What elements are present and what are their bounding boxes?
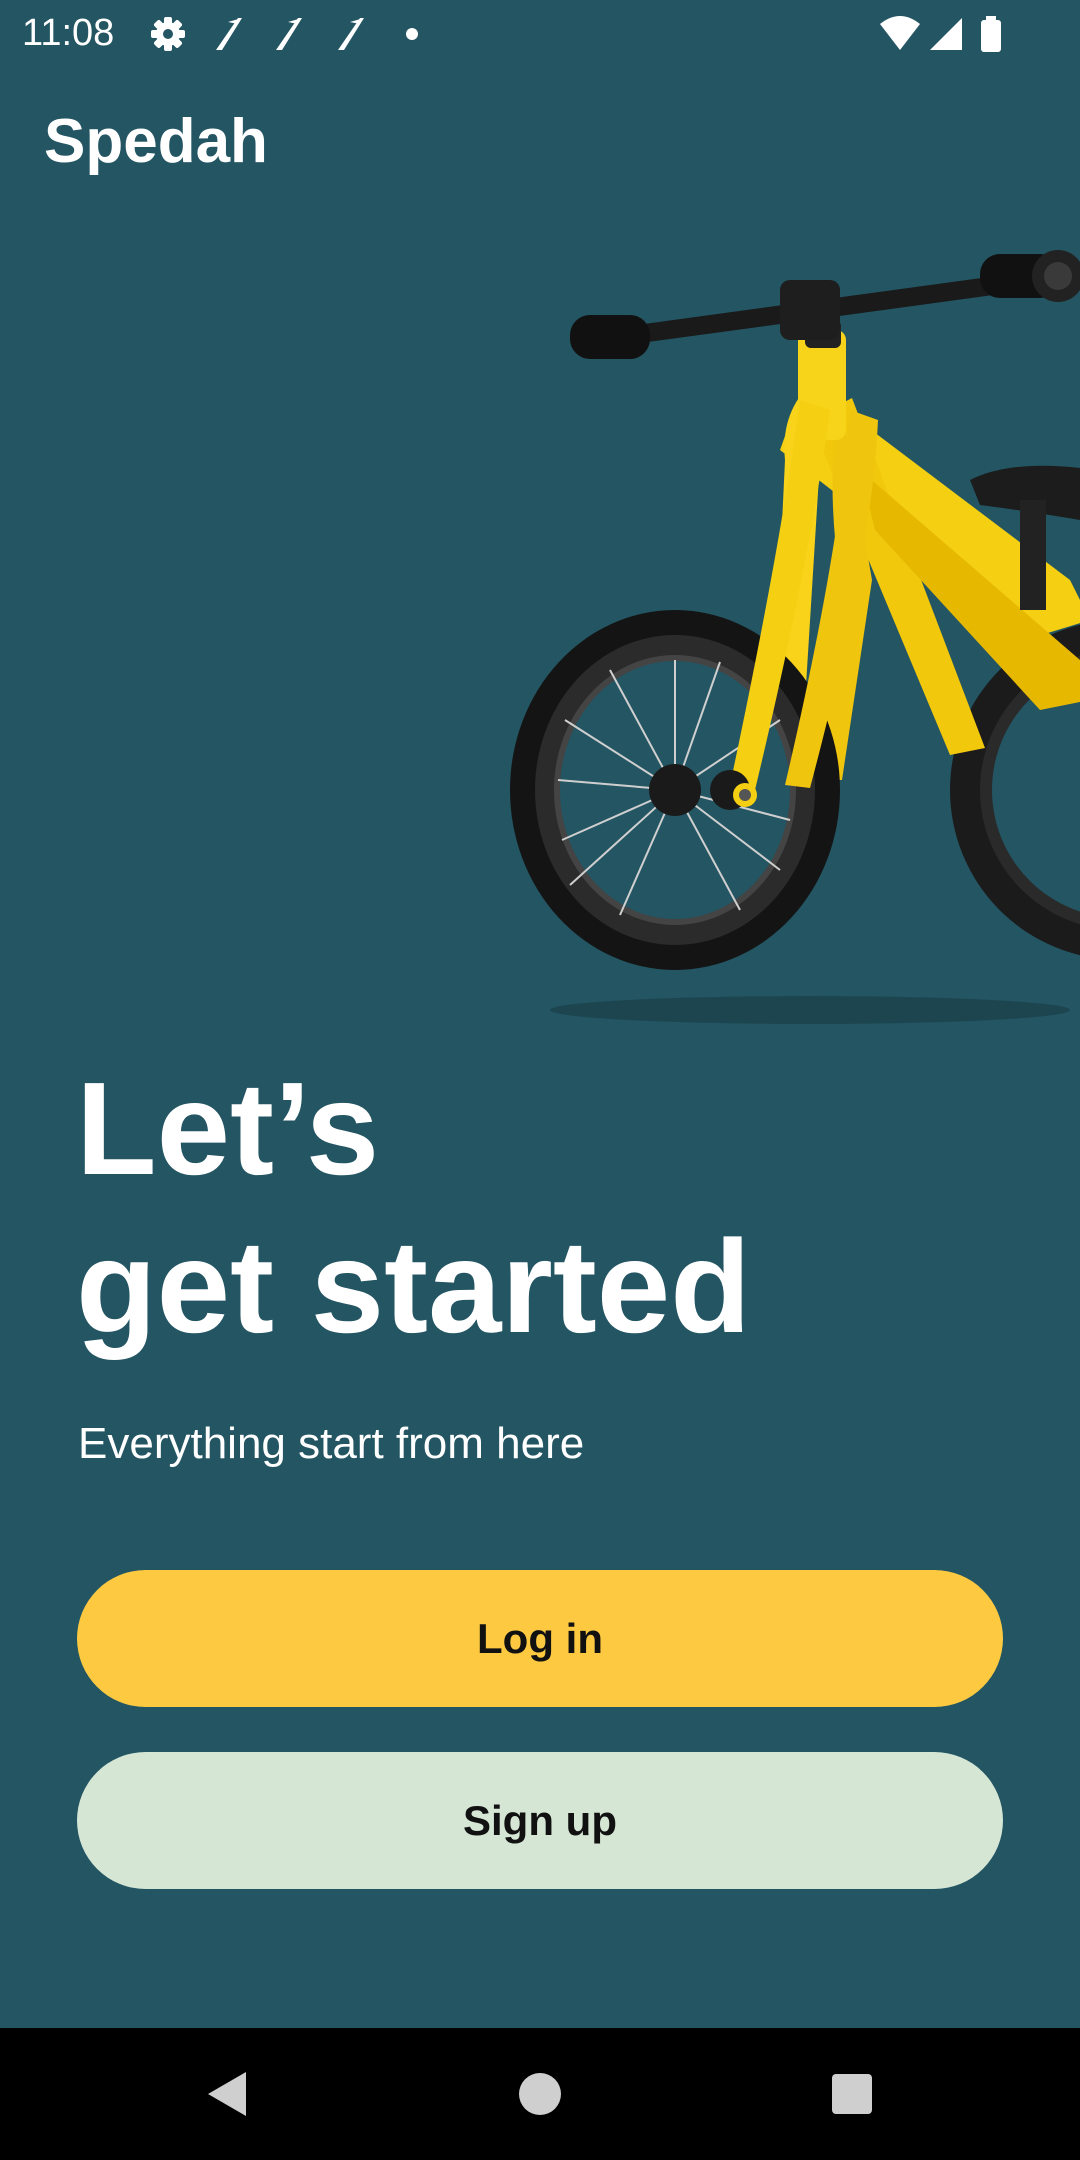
app-notification-icon [208,14,248,54]
dot-icon [392,14,432,54]
headline-line-2: get started [76,1213,751,1360]
login-button-label: Log in [477,1614,603,1662]
welcome-screen: 11:08 Spedah Let’s get started Everythin… [0,0,1080,2160]
system-nav-bar [0,2028,1080,2160]
recents-icon[interactable] [822,2064,882,2124]
app-notification-icon [268,14,308,54]
status-bar: 11:08 [0,0,1080,66]
signup-button-label: Sign up [463,1796,617,1844]
app-title: Spedah [44,107,268,176]
login-button[interactable]: Log in [77,1570,1003,1707]
gear-icon [148,14,188,54]
back-icon[interactable] [196,2064,256,2124]
battery-icon [978,14,1004,54]
home-icon[interactable] [510,2064,570,2124]
cell-signal-icon [926,14,966,54]
status-time: 11:08 [22,12,115,54]
subtitle: Everything start from here [78,1419,585,1468]
headline-line-1: Let’s [76,1055,380,1202]
balance-bike-image [510,250,1080,1024]
signup-button[interactable]: Sign up [77,1752,1003,1889]
app-notification-icon [330,14,370,54]
wifi-icon [878,14,922,54]
headline: Let’s get started [76,1050,751,1366]
